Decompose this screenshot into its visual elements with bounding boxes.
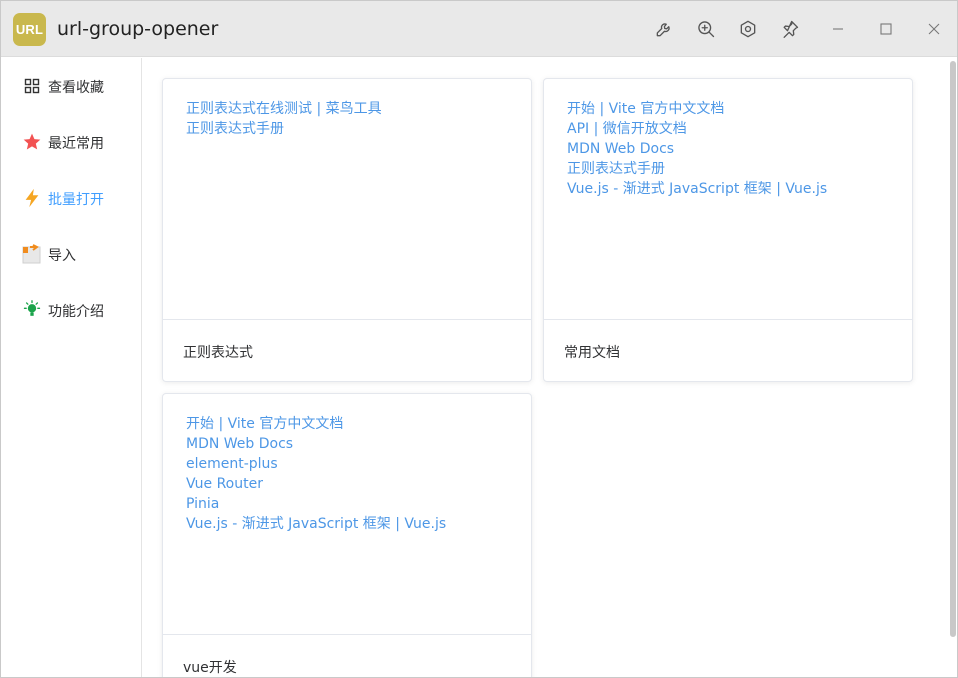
- pin-icon[interactable]: [778, 17, 802, 41]
- group-link[interactable]: API | 微信开放文档: [567, 119, 912, 139]
- lightning-icon: [21, 187, 43, 209]
- group-link[interactable]: MDN Web Docs: [567, 139, 912, 159]
- wrench-icon[interactable]: [652, 17, 676, 41]
- card-footer: 常用文档: [544, 319, 912, 381]
- link-list: 开始 | Vite 官方中文文档 API | 微信开放文档 MDN Web Do…: [544, 79, 912, 199]
- url-group-card[interactable]: 正则表达式在线测试 | 菜鸟工具 正则表达式手册 正则表达式: [162, 78, 532, 382]
- group-link[interactable]: MDN Web Docs: [186, 434, 531, 454]
- link-list: 正则表达式在线测试 | 菜鸟工具 正则表达式手册: [163, 79, 531, 139]
- sidebar-item-label: 最近常用: [48, 136, 104, 152]
- group-link[interactable]: 开始 | Vite 官方中文文档: [567, 99, 912, 119]
- lightbulb-icon: [21, 299, 43, 321]
- sidebar-item-favorites[interactable]: 查看收藏: [1, 66, 141, 106]
- group-name: 正则表达式: [183, 345, 253, 361]
- minimize-icon[interactable]: [826, 17, 850, 41]
- group-link[interactable]: Vue.js - 渐进式 JavaScript 框架 | Vue.js: [186, 514, 531, 534]
- close-icon[interactable]: [922, 17, 946, 41]
- sidebar-item-label: 查看收藏: [48, 80, 104, 96]
- sidebar-item-recent[interactable]: 最近常用: [1, 122, 141, 162]
- title-bar[interactable]: URL url-group-opener: [1, 1, 957, 57]
- link-list: 开始 | Vite 官方中文文档 MDN Web Docs element-pl…: [163, 394, 531, 534]
- group-link[interactable]: element-plus: [186, 454, 531, 474]
- group-link[interactable]: 正则表达式在线测试 | 菜鸟工具: [186, 99, 531, 119]
- group-link[interactable]: Vue Router: [186, 474, 531, 494]
- group-link[interactable]: 开始 | Vite 官方中文文档: [186, 414, 531, 434]
- sidebar: 查看收藏 最近常用 批量打开 导入 功能介绍: [1, 58, 142, 677]
- card-footer: 正则表达式: [163, 319, 531, 381]
- star-icon: [21, 131, 43, 153]
- sidebar-item-import[interactable]: 导入: [1, 234, 141, 274]
- vertical-scrollbar[interactable]: [950, 61, 956, 637]
- main-content: 正则表达式在线测试 | 菜鸟工具 正则表达式手册 正则表达式 开始 | Vite…: [142, 58, 957, 677]
- group-name: 常用文档: [564, 345, 620, 361]
- group-link[interactable]: Vue.js - 渐进式 JavaScript 框架 | Vue.js: [567, 179, 912, 199]
- settings-hex-icon[interactable]: [736, 17, 760, 41]
- group-link[interactable]: Pinia: [186, 494, 531, 514]
- sidebar-item-label: 批量打开: [48, 192, 104, 208]
- group-name: vue开发: [183, 660, 237, 676]
- group-link[interactable]: 正则表达式手册: [186, 119, 531, 139]
- grid-icon: [21, 75, 43, 97]
- zoom-in-icon[interactable]: [694, 17, 718, 41]
- sidebar-item-intro[interactable]: 功能介绍: [1, 290, 141, 330]
- app-logo: URL: [13, 13, 46, 46]
- group-link[interactable]: 正则表达式手册: [567, 159, 912, 179]
- url-group-card[interactable]: 开始 | Vite 官方中文文档 API | 微信开放文档 MDN Web Do…: [543, 78, 913, 382]
- maximize-icon[interactable]: [874, 17, 898, 41]
- url-group-card[interactable]: 开始 | Vite 官方中文文档 MDN Web Docs element-pl…: [162, 393, 532, 677]
- sidebar-item-batch-open[interactable]: 批量打开: [1, 178, 141, 218]
- app-title: url-group-opener: [57, 18, 219, 40]
- sidebar-item-label: 导入: [48, 248, 76, 264]
- card-footer: vue开发: [163, 634, 531, 677]
- sidebar-item-label: 功能介绍: [48, 304, 104, 320]
- app-window: URL url-group-opener 查看收藏 最近常用 批量打开 导入 功…: [0, 0, 958, 678]
- import-icon: [21, 243, 43, 265]
